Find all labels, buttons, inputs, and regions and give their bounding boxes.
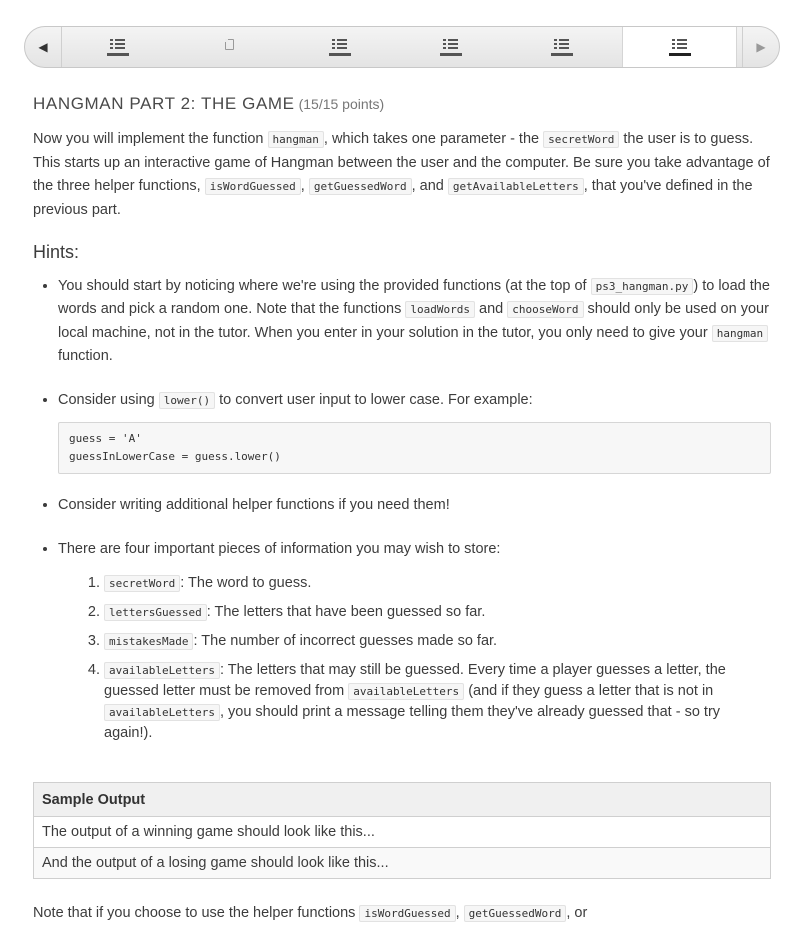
sample-winning-link[interactable]: The output of a winning game should look… xyxy=(33,816,771,848)
inline-code: getGuessedWord xyxy=(308,178,412,195)
inline-code: hangman xyxy=(267,131,324,148)
list-icon xyxy=(439,36,462,58)
note-text: , xyxy=(455,905,464,921)
note-paragraph: Note that if you choose to use the helpe… xyxy=(33,902,771,925)
inline-code: availableLetters xyxy=(104,662,220,679)
inline-code: isWordGuessed xyxy=(359,905,456,922)
hint-text: Consider using xyxy=(58,391,159,408)
info-item: availableLetters: The letters that may s… xyxy=(104,660,771,744)
inline-code: mistakesMade xyxy=(104,633,194,650)
info-item: secretWord: The word to guess. xyxy=(104,573,771,594)
info-item: mistakesMade: The number of incorrect gu… xyxy=(104,631,771,652)
problem-title-text: HANGMAN PART 2: THE GAME xyxy=(33,94,295,113)
hint-text: and xyxy=(475,301,508,317)
hint-text: function. xyxy=(58,348,113,364)
note-text: , or xyxy=(566,905,588,921)
hints-heading: Hints: xyxy=(33,242,80,262)
inline-code: hangman xyxy=(711,324,769,342)
hint-item: There are four important pieces of infor… xyxy=(58,538,771,745)
previous-button[interactable]: ◀ xyxy=(25,27,62,67)
problem-points: (15/15 points) xyxy=(298,96,385,112)
nav-tab-6-active[interactable] xyxy=(622,27,737,67)
hint-text: There are four important pieces of infor… xyxy=(58,540,501,557)
inline-code: loadWords xyxy=(405,301,476,318)
nav-tab-1[interactable] xyxy=(62,27,173,67)
inline-code: availableLetters xyxy=(104,704,220,721)
hint-text: You should start by noticing where we're… xyxy=(58,277,591,294)
problem-title: HANGMAN PART 2: THE GAME (15/15 points) xyxy=(33,94,384,114)
inline-code: secretWord xyxy=(104,575,181,592)
info-text: : The letters that have been guessed so … xyxy=(206,604,486,620)
info-list: secretWord: The word to guess. lettersGu… xyxy=(58,573,771,744)
sample-output-header: Sample Output xyxy=(33,782,771,817)
nav-tab-2[interactable] xyxy=(173,27,284,67)
inline-code: chooseWord xyxy=(507,301,584,318)
hint-text: to convert user input to lower case. For… xyxy=(215,391,533,408)
intro-text: Now you will implement the function xyxy=(33,131,268,147)
nav-tab-4[interactable] xyxy=(395,27,506,67)
intro-paragraph: Now you will implement the function hang… xyxy=(33,128,771,222)
hint-item: You should start by noticing where we're… xyxy=(58,275,771,369)
next-button[interactable]: ▶ xyxy=(742,27,779,67)
list-icon xyxy=(328,36,351,58)
sample-output-table: Sample Output The output of a winning ga… xyxy=(33,782,771,879)
sample-losing-link[interactable]: And the output of a losing game should l… xyxy=(33,847,771,879)
info-text: : The word to guess. xyxy=(180,575,312,591)
sequence-nav: ◀ ▶ xyxy=(24,26,780,68)
triangle-left-icon: ◀ xyxy=(38,40,48,54)
inline-code: ps3_hangman.py xyxy=(590,277,694,295)
intro-text: , xyxy=(300,178,309,194)
info-item: lettersGuessed: The letters that have be… xyxy=(104,602,771,623)
intro-text: , and xyxy=(411,178,448,194)
intro-text: , which takes one parameter - the xyxy=(323,131,544,147)
inline-code: lower() xyxy=(158,391,216,409)
inline-code: getAvailableLetters xyxy=(447,178,584,195)
hint-list: You should start by noticing where we're… xyxy=(33,275,771,745)
list-icon xyxy=(550,36,573,58)
nav-tab-5[interactable] xyxy=(506,27,617,67)
hint-item: Consider writing additional helper funct… xyxy=(58,494,771,518)
inline-code: secretWord xyxy=(543,131,620,148)
inline-code: getGuessedWord xyxy=(463,905,567,922)
nav-tab-3[interactable] xyxy=(284,27,395,67)
code-block: guess = 'A' guessInLowerCase = guess.low… xyxy=(58,422,771,474)
inline-code: isWordGuessed xyxy=(204,178,301,195)
page-icon xyxy=(218,36,240,58)
triangle-right-icon: ▶ xyxy=(756,40,766,54)
info-text: (and if they guess a letter that is not … xyxy=(464,683,714,699)
inline-code: lettersGuessed xyxy=(104,604,207,621)
problem-content: Now you will implement the function hang… xyxy=(33,128,771,764)
hint-item: Consider using lower() to convert user i… xyxy=(58,389,771,474)
list-icon xyxy=(668,36,691,58)
info-text: : The number of incorrect guesses made s… xyxy=(193,633,498,649)
list-icon xyxy=(106,36,129,58)
note-text: Note that if you choose to use the helpe… xyxy=(33,905,360,921)
inline-code: availableLetters xyxy=(348,683,465,700)
